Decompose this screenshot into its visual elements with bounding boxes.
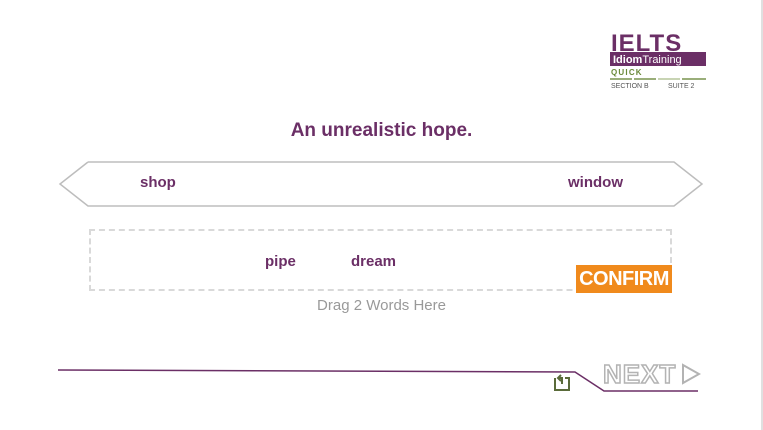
ielts-logo: IELTS IdiomTraining QUICK SECTION B SUIT… bbox=[610, 30, 706, 92]
svg-text:IdiomTraining: IdiomTraining bbox=[613, 54, 682, 66]
next-label: NEXT bbox=[602, 359, 677, 389]
logo-divider bbox=[610, 78, 706, 80]
drop-zone-hint: Drag 2 Words Here bbox=[317, 297, 446, 314]
logo-tier: QUICK bbox=[611, 68, 643, 77]
placed-word-pipe[interactable]: pipe bbox=[265, 253, 296, 270]
word-bank: shop window bbox=[58, 161, 704, 207]
logo-section: SECTION B bbox=[611, 83, 649, 90]
word-tile-shop[interactable]: shop bbox=[140, 174, 176, 191]
placed-word-dream[interactable]: dream bbox=[351, 253, 396, 270]
back-icon[interactable] bbox=[552, 372, 572, 392]
next-button[interactable]: NEXT bbox=[602, 359, 703, 389]
ielts-logo-mark: IELTS IdiomTraining bbox=[610, 30, 706, 66]
next-arrow-icon bbox=[682, 363, 701, 385]
word-tile-window[interactable]: window bbox=[568, 174, 623, 191]
idiom-definition: An unrealistic hope. bbox=[290, 120, 473, 141]
confirm-button[interactable]: CONFIRM bbox=[576, 265, 672, 293]
logo-suite: SUITE 2 bbox=[668, 83, 695, 90]
